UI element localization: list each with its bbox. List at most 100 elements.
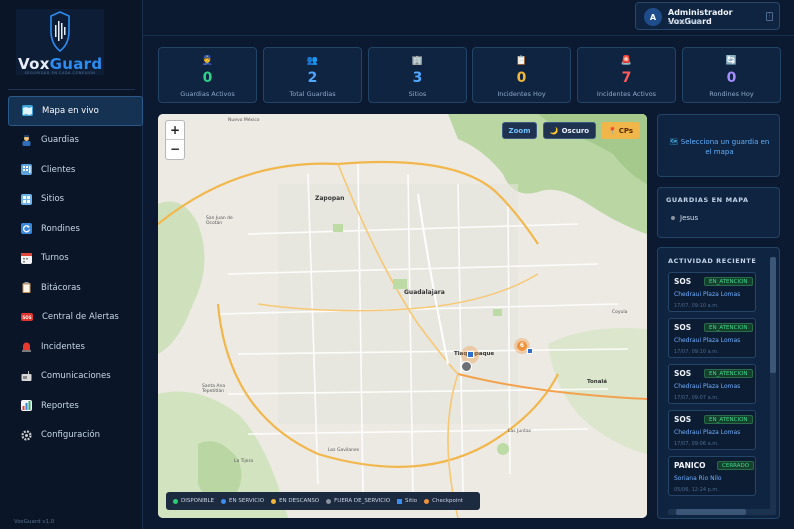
zoom-out-button[interactable]: − <box>166 140 184 159</box>
stat-incidentes-hoy: 📋 0 Incidentes Hoy <box>472 47 571 103</box>
legend-dot <box>326 498 332 504</box>
status-badge: EN_ATENCION <box>704 415 753 424</box>
activity-type: SOS <box>674 323 692 332</box>
clipboard-icon <box>21 282 32 294</box>
sidebar-item-turnos[interactable]: Turnos <box>8 244 143 274</box>
zoom-in-button[interactable]: + <box>166 121 184 140</box>
zoom-button[interactable]: Zoom <box>502 122 537 139</box>
activity-site: Chedraui Plaza Lomas <box>674 383 741 390</box>
sidebar-item-label: Turnos <box>41 253 69 264</box>
guard-marker[interactable] <box>461 361 472 372</box>
activity-type: SOS <box>674 277 692 286</box>
status-badge: EN_ATENCION <box>704 369 753 378</box>
activity-type: PANICO <box>674 461 706 470</box>
sidebar-item-label: Rondines <box>41 223 80 234</box>
sidebar: VoxGuard SEGURIDAD EN CADA CONEXIÓN Mapa… <box>0 0 143 529</box>
sidebar-item-sitios[interactable]: Sitios <box>8 185 143 215</box>
sidebar-item-incidentes[interactable]: Incidentes <box>8 332 143 362</box>
sidebar-item-guardias[interactable]: Guardias <box>8 126 143 156</box>
map-label-santa-ana: Santa Ana Tepetitlán <box>202 384 226 394</box>
map-legend: DISPONIBLE EN SERVICIO EN DESCANSO FUERA… <box>166 492 480 510</box>
stat-label: Incidentes Activos <box>596 90 657 98</box>
activity-item[interactable]: SOS EN_ATENCION Chedraui Plaza Lomas 17/… <box>668 410 756 450</box>
sidebar-item-mapa-en-vivo[interactable]: Mapa en vivo <box>8 96 143 126</box>
map-label-zapopan: Zapopan <box>315 195 345 202</box>
guard-icon <box>21 134 32 146</box>
map-label-las-juntas: Las Juntas <box>508 429 531 434</box>
status-badge: EN_ATENCION <box>704 323 753 332</box>
activity-item[interactable]: SOS EN_ATENCION Chedraui Plaza Lomas 17/… <box>668 318 756 358</box>
dark-mode-label: Oscuro <box>561 126 590 135</box>
activity-time: 17/07, 09:07 a.m. <box>674 395 719 401</box>
stat-guardias-activos: 👮 0 Guardias Activos <box>158 47 257 103</box>
app-version: VoxGuard v1.0 <box>14 519 55 525</box>
map-label-los-gavilanes: Los Gavilanes <box>328 448 360 453</box>
sidebar-item-label: Comunicaciones <box>41 371 111 382</box>
checkpoint-cluster[interactable]: 6 <box>517 341 527 351</box>
recent-activity-panel: ACTIVIDAD RECIENTE SOS EN_ATENCION Chedr… <box>657 247 780 519</box>
sidebar-item-clientes[interactable]: Clientes <box>8 155 143 185</box>
activity-time: 17/07, 09:10 a.m. <box>674 303 719 309</box>
activity-scrollbar[interactable] <box>770 257 776 515</box>
sidebar-item-reportes[interactable]: Reportes <box>8 391 143 421</box>
guard-name: Jesus <box>680 214 699 222</box>
sidebar-item-configuracion[interactable]: Configuración <box>8 421 143 451</box>
stat-value: 3 <box>412 70 423 86</box>
live-map[interactable]: Nuevo México Zapopan San Juan de Ocotán … <box>158 114 647 518</box>
siren-icon: 🚨 <box>620 56 633 66</box>
activity-time: 05/06, 12:24 p.m. <box>674 487 719 493</box>
guard-icon: 👮 <box>201 56 214 66</box>
activity-site: Chedraui Plaza Lomas <box>674 291 741 298</box>
activity-item[interactable]: SOS EN_ATENCION Chedraui Plaza Lomas 17/… <box>668 272 756 312</box>
site-marker[interactable] <box>467 351 474 358</box>
activity-type: SOS <box>674 415 692 424</box>
guard-select-panel: 🗺 Selecciona un guardia en el mapa <box>657 114 780 177</box>
select-guard-hint: 🗺 Selecciona un guardia en el mapa <box>669 138 770 156</box>
legend-item-en-servicio: EN SERVICIO <box>221 498 264 504</box>
header-divider <box>143 35 794 36</box>
status-badge: CERRADO <box>717 461 755 470</box>
user-options-icon[interactable]: ⋮ <box>766 12 773 21</box>
legend-item-disponible: DISPONIBLE <box>173 498 214 504</box>
stat-value: 0 <box>202 70 213 86</box>
chart-icon <box>21 400 32 412</box>
checkpoints-label: CPs <box>618 126 634 135</box>
guard-list-item[interactable]: Jesus <box>671 214 698 222</box>
site-marker[interactable] <box>527 348 533 354</box>
legend-item-fuera-de-servicio: FUERA DE_SERVICIO <box>326 498 390 504</box>
activity-type: SOS <box>674 369 692 378</box>
sidebar-item-label: Reportes <box>41 400 79 411</box>
guards-panel-title: GUARDIAS EN MAPA <box>666 196 749 204</box>
site-icon <box>21 193 32 205</box>
sidebar-item-comunicaciones[interactable]: Comunicaciones <box>8 362 143 392</box>
sidebar-item-rondines[interactable]: Rondines <box>8 214 143 244</box>
horizontal-scrollbar-thumb[interactable] <box>676 509 746 515</box>
stat-label: Incidentes Hoy <box>497 90 546 98</box>
activity-panel-title: ACTIVIDAD RECIENTE <box>668 257 757 265</box>
user-menu[interactable]: A Administrador VoxGuard SUPERADMIN ⋮ <box>635 2 780 30</box>
building-icon: 🏢 <box>411 56 424 66</box>
legend-dot <box>173 498 178 504</box>
stat-incidentes-activos: 🚨 7 Incidentes Activos <box>577 47 676 103</box>
map-label-nuevo-mexico: Nuevo México <box>228 118 260 123</box>
map-tiles[interactable] <box>158 114 647 518</box>
guards-on-map-panel: GUARDIAS EN MAPA Jesus <box>657 187 780 238</box>
sos-icon: SOS <box>21 313 33 322</box>
activity-item[interactable]: SOS EN_ATENCION Chedraui Plaza Lomas 17/… <box>668 364 756 404</box>
refresh-icon <box>21 223 32 235</box>
sidebar-item-central-de-alertas[interactable]: SOS Central de Alertas <box>8 303 143 333</box>
activity-time: 17/07, 09:10 a.m. <box>674 349 719 355</box>
pin-icon: 📍 <box>607 126 617 135</box>
activity-item[interactable]: PANICO CERRADO Soriana Rio Nilo 05/06, 1… <box>668 456 756 496</box>
stat-label: Guardias Activos <box>180 90 235 98</box>
voxguard-logo[interactable]: VoxGuard SEGURIDAD EN CADA CONEXIÓN <box>16 9 104 75</box>
stat-value: 2 <box>307 70 318 86</box>
sidebar-item-bitacoras[interactable]: Bitácoras <box>8 273 143 303</box>
map-label-guadalajara: Guadalajara <box>404 289 445 296</box>
dark-mode-button[interactable]: 🌙 Oscuro <box>543 122 596 139</box>
checkpoints-button[interactable]: 📍 CPs <box>601 122 640 139</box>
stat-value: 0 <box>726 70 737 86</box>
sidebar-item-label: Mapa en vivo <box>42 105 99 116</box>
activity-scrollbar-thumb[interactable] <box>770 257 776 373</box>
horizontal-scrollbar[interactable] <box>668 509 771 515</box>
